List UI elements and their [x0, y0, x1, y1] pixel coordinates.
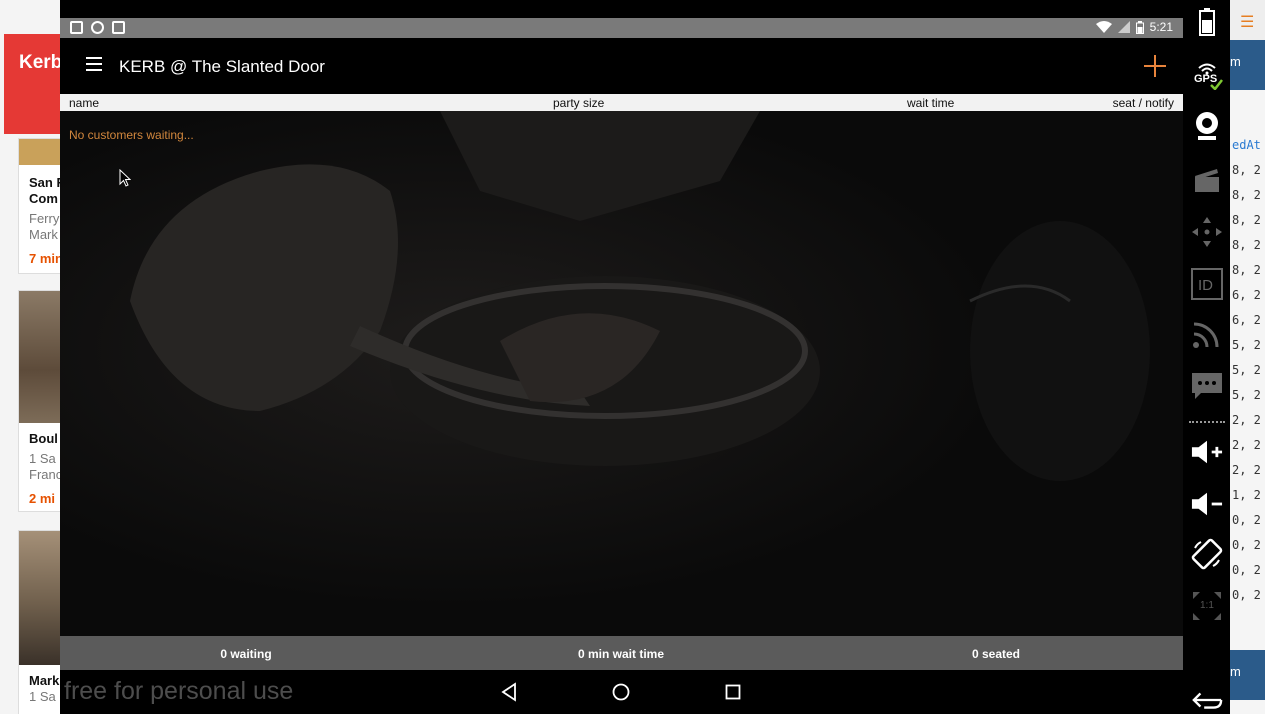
wifi-icon	[1095, 21, 1112, 33]
seated-count: 0 seated	[971, 647, 1021, 661]
code-line: 5, 2	[1232, 338, 1261, 352]
gps-icon[interactable]: GPS	[1191, 58, 1223, 90]
notification-icons	[70, 21, 125, 34]
home-icon[interactable]	[611, 682, 631, 702]
code-line: 2, 2	[1232, 438, 1261, 452]
background-code-footer: m	[1230, 650, 1265, 700]
signal-icon	[1117, 21, 1130, 33]
add-customer-button[interactable]	[1143, 54, 1167, 78]
sms-icon[interactable]	[1191, 370, 1223, 402]
background-card-photo	[19, 531, 60, 665]
recents-icon[interactable]	[723, 682, 743, 702]
link-notification-icon	[91, 21, 104, 34]
rotate-icon[interactable]	[1191, 538, 1223, 570]
volume-down-icon[interactable]	[1191, 488, 1223, 520]
battery-icon[interactable]	[1191, 6, 1223, 38]
status-time: 5:21	[1149, 20, 1173, 34]
background-app-header: Kerb	[4, 34, 60, 134]
back-icon[interactable]	[1191, 684, 1223, 714]
toolbar-divider	[1189, 421, 1225, 424]
watermark-text: free for personal use	[64, 677, 294, 705]
hamburger-icon[interactable]	[86, 57, 102, 71]
background-card-address: 1 Sa	[29, 689, 56, 704]
code-line: 6, 2	[1232, 313, 1261, 327]
status-bar: 5:21	[60, 18, 1183, 38]
background-card-time: 7 min	[29, 251, 60, 266]
emulator-toolbar: GPS ID 1:1	[1183, 0, 1230, 714]
background-card-address: Ferry	[29, 211, 60, 226]
battery-status-icon	[1135, 20, 1144, 34]
background-app-title: Kerb	[19, 52, 60, 73]
background-card-address-cont: Franc	[29, 467, 60, 482]
code-line: 5, 2	[1232, 363, 1261, 377]
background-card-name: Boul	[29, 431, 58, 446]
column-header-party-size: party size	[553, 96, 605, 110]
scale-icon[interactable]: 1:1	[1191, 590, 1223, 622]
waiting-count: 0 waiting	[220, 647, 272, 661]
column-header-seat-notify: seat / notify	[1112, 96, 1174, 110]
background-card-name: San F	[29, 175, 60, 190]
code-line: 1, 2	[1232, 488, 1261, 502]
id-icon[interactable]: ID	[1191, 268, 1223, 300]
code-line: 0, 2	[1232, 513, 1261, 527]
background-card[interactable]: Boul 1 Sa Franc 2 mi	[18, 290, 60, 512]
camera-icon[interactable]	[1191, 110, 1223, 142]
code-line: 0, 2	[1232, 538, 1261, 552]
app-bar: KERB @ The Slanted Door	[60, 38, 1183, 94]
code-line: 2, 2	[1232, 463, 1261, 477]
summary-bar: 0 waiting 0 min wait time 0 seated	[60, 636, 1183, 670]
background-card-time: 2 mi	[29, 491, 56, 506]
wait-time-summary: 0 min wait time	[577, 647, 665, 661]
status-right: 5:21	[1095, 20, 1173, 34]
video-icon[interactable]	[1191, 164, 1223, 196]
back-icon[interactable]	[500, 682, 520, 702]
background-card-photo	[19, 291, 60, 423]
background-code-footer-text: m	[1230, 664, 1241, 679]
scale-label: 1:1	[1200, 600, 1214, 611]
dpad-icon[interactable]	[1191, 216, 1223, 248]
column-header-wait-time: wait time	[907, 96, 955, 110]
rss-icon[interactable]	[1191, 318, 1223, 350]
background-code-header: m	[1230, 40, 1265, 90]
svg-text:ID: ID	[1198, 277, 1213, 294]
mouse-cursor-icon	[119, 169, 131, 187]
background-photo	[60, 111, 1183, 636]
empty-waitlist-message: No customers waiting...	[69, 128, 194, 142]
menu-icon[interactable]: ☰	[1240, 12, 1254, 31]
background-code-window: ☰ m edAt 8, 2 8, 2 8, 2 8, 2 8, 2 6, 2 6, 2 5, …	[1230, 0, 1265, 714]
clipboard-notification-icon	[112, 21, 125, 34]
app-title: KERB @ The Slanted Door	[119, 57, 325, 76]
code-line: 2, 2	[1232, 413, 1261, 427]
background-card[interactable]: Mark 1 Sa	[18, 530, 60, 714]
code-line: 5, 2	[1232, 388, 1261, 402]
code-line: 0, 2	[1232, 588, 1261, 602]
background-code-header-text: m	[1230, 54, 1241, 69]
background-app-window: Kerb San F Com Ferry Mark 7 min Boul 1 S…	[0, 0, 60, 714]
background-card-name: Mark	[29, 673, 60, 688]
code-line: 8, 2	[1232, 238, 1261, 252]
code-line: 8, 2	[1232, 213, 1261, 227]
navigation-bar: free for personal use	[60, 670, 1183, 714]
table-header: name party size wait time seat / notify	[60, 94, 1183, 111]
background-card-photo	[19, 139, 60, 165]
column-header-name: name	[69, 96, 100, 110]
background-card[interactable]: San F Com Ferry Mark 7 min	[18, 138, 60, 274]
gallery-notification-icon	[70, 21, 83, 34]
screen: Kerb San F Com Ferry Mark 7 min Boul 1 S…	[0, 0, 1265, 714]
code-line: 8, 2	[1232, 263, 1261, 277]
background-card-name-cont: Com	[29, 191, 58, 206]
background-code-topbar: ☰	[1230, 0, 1265, 40]
background-card-address: 1 Sa	[29, 451, 56, 466]
code-line: 8, 2	[1232, 163, 1261, 177]
device-screen: 5:21 KERB @ The Slanted Door name party …	[60, 18, 1183, 714]
waitlist-content: No customers waiting...	[60, 111, 1183, 636]
volume-up-icon[interactable]	[1191, 436, 1223, 468]
background-code-column: edAt	[1232, 138, 1261, 152]
code-line: 6, 2	[1232, 288, 1261, 302]
gps-label: GPS	[1194, 73, 1218, 85]
background-card-address-cont: Mark	[29, 227, 58, 242]
code-line: 0, 2	[1232, 563, 1261, 577]
code-line: 8, 2	[1232, 188, 1261, 202]
